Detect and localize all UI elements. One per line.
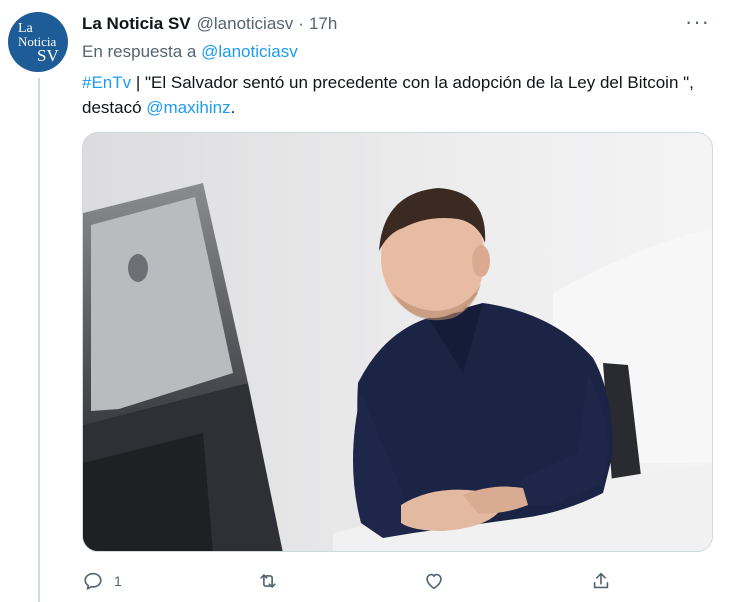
display-name[interactable]: La Noticia SV bbox=[82, 14, 191, 34]
reply-button[interactable]: 1 bbox=[82, 566, 122, 596]
timestamp[interactable]: 17h bbox=[309, 14, 337, 34]
share-button[interactable] bbox=[590, 566, 612, 596]
photo-man-in-studio bbox=[83, 133, 712, 551]
more-horizontal-icon[interactable]: ··· bbox=[685, 11, 710, 33]
avatar-logo-text: SV bbox=[37, 46, 59, 65]
heart-icon bbox=[426, 573, 442, 590]
reply-to-link[interactable]: @lanoticiasv bbox=[201, 42, 298, 61]
tweet-actions: 1 bbox=[82, 566, 622, 596]
tweet-body-end: . bbox=[230, 98, 236, 117]
reply-count: 1 bbox=[114, 573, 122, 589]
tweet-text: #EnTv | "El Salvador sentó un precedente… bbox=[82, 70, 702, 120]
separator-dot: · bbox=[298, 14, 304, 33]
tweet-header: La Noticia SV @lanoticiasv · 17h bbox=[82, 14, 337, 34]
mention-link[interactable]: @maxihinz bbox=[146, 98, 230, 117]
retweet-button[interactable] bbox=[257, 566, 279, 596]
thread-connector-line bbox=[38, 78, 40, 602]
share-icon bbox=[593, 572, 609, 589]
reply-prefix: En respuesta a bbox=[82, 42, 197, 61]
retweet-icon bbox=[260, 574, 276, 588]
user-handle[interactable]: @lanoticiasv bbox=[197, 14, 294, 34]
tweet-photo[interactable] bbox=[82, 132, 713, 552]
avatar[interactable]: La Noticia SV bbox=[8, 12, 68, 72]
like-button[interactable] bbox=[423, 566, 445, 596]
hashtag-link[interactable]: #EnTv bbox=[82, 73, 131, 92]
reply-context: En respuesta a @lanoticiasv bbox=[82, 42, 298, 62]
reply-icon bbox=[84, 572, 102, 590]
